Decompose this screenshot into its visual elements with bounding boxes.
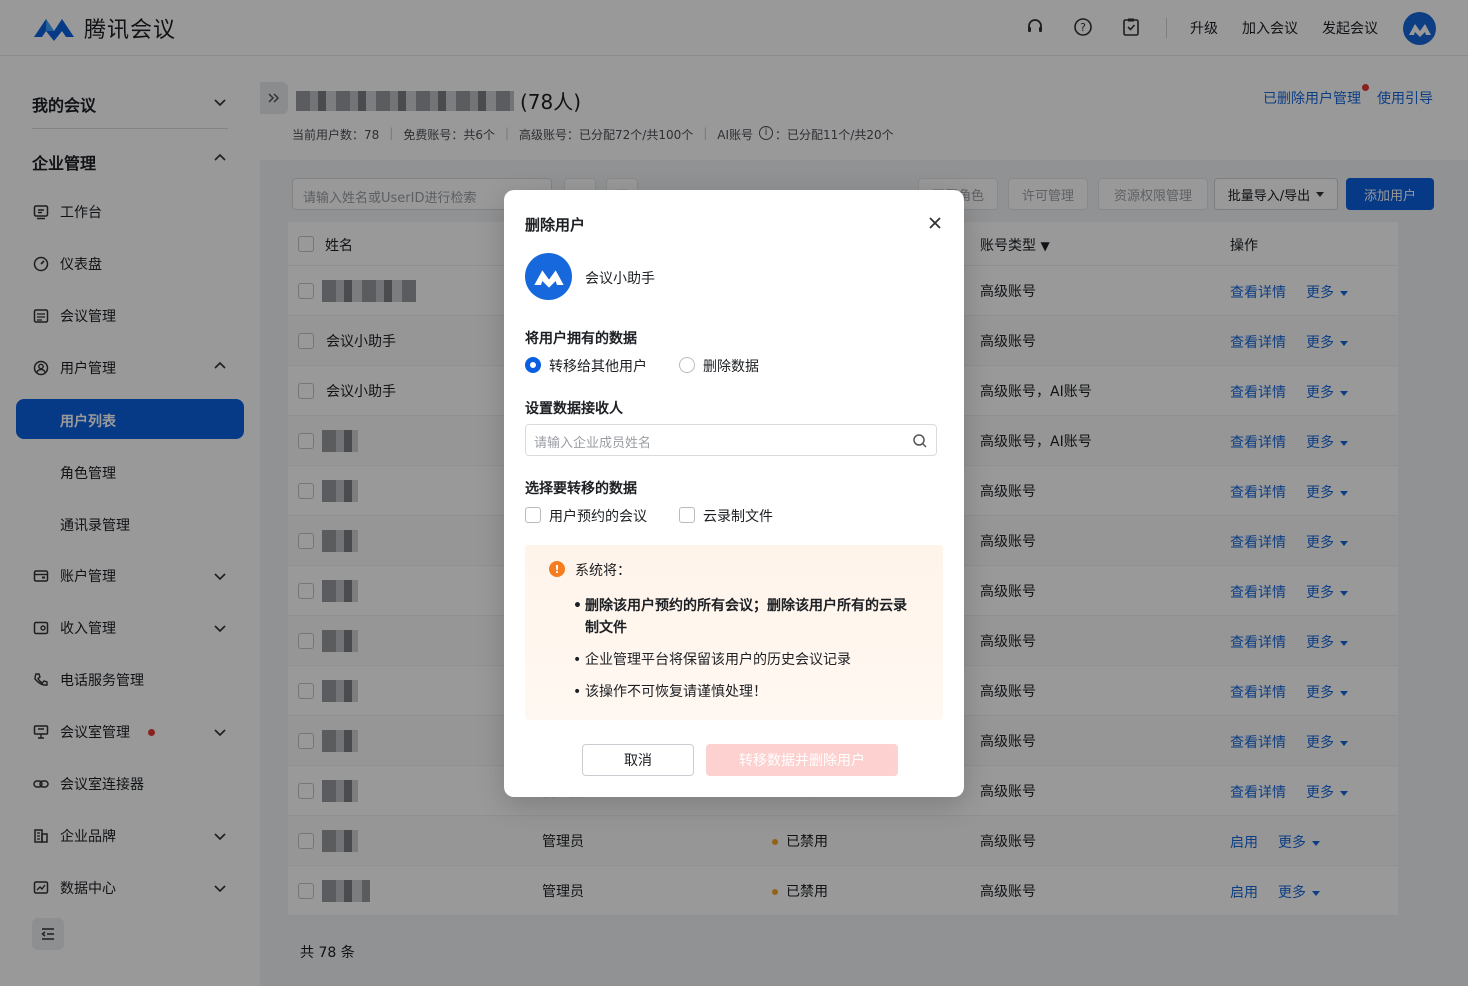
meetings-checkbox[interactable] bbox=[525, 507, 541, 523]
warning-item-text: 企业管理平台将保留该用户的历史会议记录 bbox=[585, 652, 851, 668]
cancel-button[interactable]: 取消 bbox=[582, 744, 694, 776]
receiver-label: 设置数据接收人 bbox=[525, 401, 623, 417]
search-icon[interactable] bbox=[912, 433, 928, 449]
warning-item-text: 该操作不可恢复请谨慎处理！ bbox=[585, 684, 767, 700]
user-avatar bbox=[525, 253, 572, 300]
receiver-search-input[interactable]: 请输入企业成员姓名 bbox=[525, 424, 937, 456]
transfer-option-label[interactable]: 转移给其他用户 bbox=[549, 356, 647, 376]
warning-item: • 该操作不可恢复请谨慎处理！ bbox=[573, 681, 913, 703]
data-section-label: 将用户拥有的数据 bbox=[525, 331, 637, 347]
meetings-checkbox-label[interactable]: 用户预约的会议 bbox=[549, 506, 647, 526]
avatar-logo-icon bbox=[533, 269, 564, 288]
warning-item: • 企业管理平台将保留该用户的历史会议记录 bbox=[573, 649, 913, 671]
select-data-label: 选择要转移的数据 bbox=[525, 481, 637, 497]
transfer-radio[interactable] bbox=[525, 357, 541, 373]
warning-title: 系统将： bbox=[575, 563, 631, 579]
delete-user-dialog: 删除用户 会议小助手 将用户拥有的数据 转移给其他用户 删除数据 设置数据接收人… bbox=[504, 190, 964, 797]
warning-item-text: 删除该用户预约的所有会议；删除该用户所有的云录制文件 bbox=[585, 598, 907, 636]
dialog-title: 删除用户 bbox=[525, 216, 586, 234]
warning-box: ! 系统将： • 删除该用户预约的所有会议；删除该用户所有的云录制文件 • 企业管理… bbox=[525, 545, 943, 720]
recordings-checkbox[interactable] bbox=[679, 507, 695, 523]
transfer-and-delete-button[interactable]: 转移数据并删除用户 bbox=[706, 744, 898, 776]
warning-icon: ! bbox=[549, 561, 565, 577]
delete-option-label[interactable]: 删除数据 bbox=[703, 356, 759, 376]
receiver-placeholder: 请输入企业成员姓名 bbox=[534, 436, 652, 451]
user-name: 会议小助手 bbox=[585, 271, 655, 287]
warning-item: • 删除该用户预约的所有会议；删除该用户所有的云录制文件 bbox=[573, 595, 913, 639]
delete-data-radio[interactable] bbox=[679, 357, 695, 373]
recordings-checkbox-label[interactable]: 云录制文件 bbox=[703, 506, 773, 526]
close-icon[interactable] bbox=[926, 214, 944, 232]
